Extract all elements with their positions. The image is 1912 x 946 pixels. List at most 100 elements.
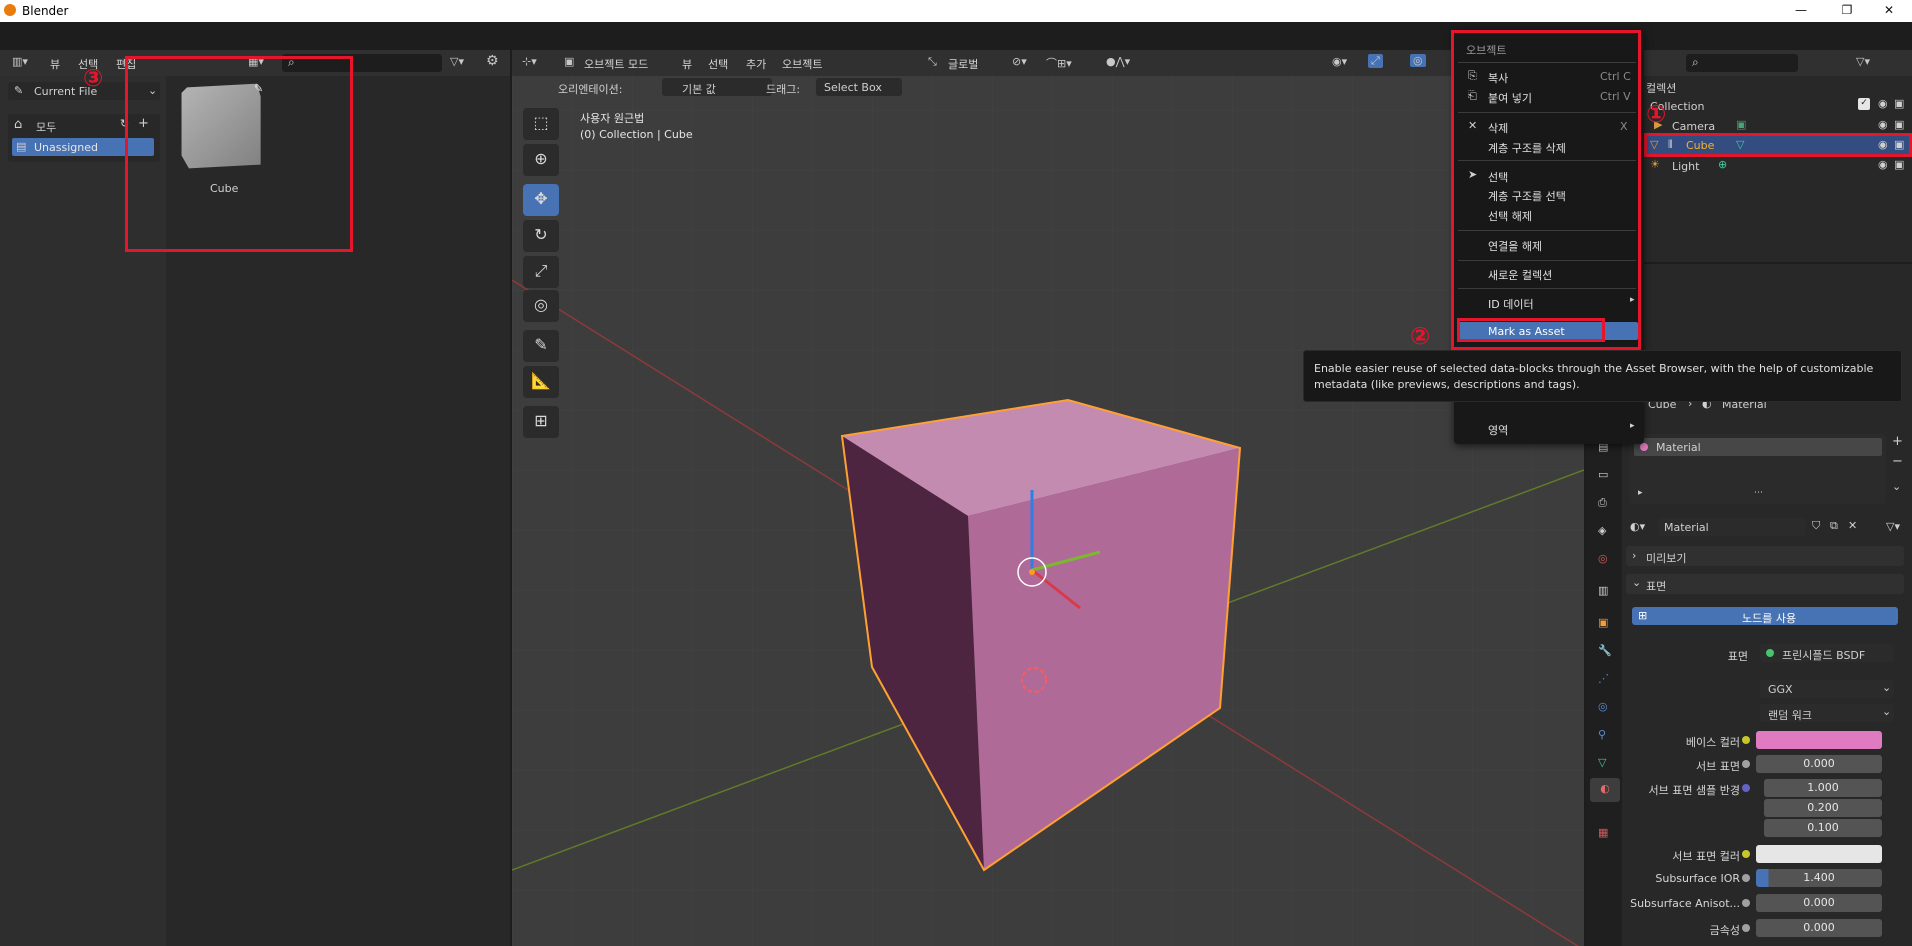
particles-tab-icon[interactable]: ⋰ [1598, 672, 1609, 685]
menu-view[interactable]: 뷰 [50, 56, 60, 72]
chevron-right-icon: › [1632, 549, 1637, 562]
library-icon: ✎ [14, 84, 24, 97]
minimize-button[interactable]: — [1778, 0, 1824, 22]
menu-item-area[interactable]: 영역 [1488, 422, 1508, 438]
duplicate-material-icon[interactable]: ⧉ [1830, 519, 1838, 533]
expand-icon[interactable]: ▸ [1638, 488, 1643, 498]
constraints-tab-icon[interactable]: ⚲ [1598, 728, 1606, 741]
editor-type-icon[interactable]: ⊹▾ [522, 55, 537, 68]
catalog-unassigned: Unassigned [34, 141, 98, 154]
surface-panel-header[interactable]: ⌄ 표면 [1626, 574, 1904, 594]
outliner-item-camera[interactable]: Camera [1672, 120, 1715, 133]
use-nodes-label: 노드를 사용 [1742, 612, 1797, 625]
preview-panel-header[interactable]: › 미리보기 [1626, 546, 1904, 566]
subsurface-method-value: 랜덤 워크 [1768, 709, 1812, 722]
menu-view[interactable]: 뷰 [682, 56, 692, 72]
gizmo-toggle-icon[interactable]: ⤢ [1368, 54, 1383, 68]
camera-data-icon: ▣ [1736, 118, 1747, 131]
subsurface-radius-socket-icon [1742, 784, 1750, 792]
add-cube-tool[interactable]: ⊞ [523, 406, 559, 438]
metallic-label: 금속성 [1709, 924, 1740, 937]
outliner-search-input[interactable]: ⌕ [1686, 54, 1798, 72]
gear-icon[interactable]: ⚙ [486, 53, 499, 69]
object-tab-icon[interactable]: ▣ [1598, 616, 1608, 629]
subsurface-ior-field[interactable]: 1.400 [1756, 869, 1882, 887]
subsurface-field[interactable]: 0.000 [1756, 755, 1882, 773]
material-slot-icon [1640, 443, 1648, 451]
scene-tab-icon[interactable]: ◎ [1598, 552, 1608, 565]
submenu-arrow-icon: ▸ [1630, 421, 1635, 431]
surface-shader-select[interactable]: 프린시플드 BSDF [1760, 644, 1894, 662]
subsurface-radius-z-field[interactable]: 0.100 [1764, 819, 1882, 837]
measure-tool[interactable]: 📐 [523, 366, 559, 398]
data-tab-icon[interactable]: ▽ [1598, 756, 1606, 769]
metallic-field[interactable]: 0.000 [1756, 919, 1882, 937]
subsurface-method-select[interactable]: 랜덤 워크 ⌄ [1760, 704, 1894, 722]
drag-select[interactable]: Select Box [816, 78, 902, 96]
subsurface-anisotropy-field[interactable]: 0.000 [1756, 894, 1882, 912]
scale-tool[interactable]: ⤢ [523, 256, 559, 288]
eye-icon[interactable]: ◉ [1878, 118, 1888, 131]
catalog-all[interactable]: 모두 [36, 119, 56, 135]
transform-orientation-select[interactable]: 글로벌 [948, 56, 978, 72]
camera-render-icon[interactable]: ▣ [1894, 158, 1904, 171]
menu-add[interactable]: 추가 [746, 56, 766, 72]
camera-render-icon[interactable]: ▣ [1894, 118, 1904, 131]
subsurface-color-swatch[interactable] [1756, 845, 1882, 863]
pivot-icon[interactable]: ⊘▾ [1012, 55, 1027, 68]
viewport-3d[interactable]: ⊹▾ ▣ 오브젝트 모드 뷰 선택 추가 오브젝트 ⤡ 글로벌 ⊘▾ ⌒⊞▾ ●… [512, 50, 1584, 946]
material-slot-row[interactable]: Material [1634, 438, 1882, 456]
fake-user-icon[interactable]: ⛉ [1812, 519, 1820, 533]
close-button[interactable]: ✕ [1866, 0, 1912, 22]
physics-tab-icon[interactable]: ◎ [1598, 700, 1608, 713]
add-slot-button[interactable]: + [1892, 434, 1903, 449]
transform-tool[interactable]: ◎ [523, 290, 559, 322]
material-tab-icon[interactable]: ◐ [1590, 778, 1620, 802]
rotate-tool[interactable]: ↻ [523, 220, 559, 252]
eye-icon[interactable]: ◉ [1878, 158, 1888, 171]
subsurface-radius-x-field[interactable]: 1.000 [1764, 779, 1882, 797]
modifier-tab-icon[interactable]: 🔧 [1598, 644, 1612, 657]
distribution-select[interactable]: GGX ⌄ [1760, 680, 1894, 698]
menu-select[interactable]: 선택 [708, 56, 728, 72]
remove-slot-button[interactable]: − [1892, 454, 1903, 469]
unlink-material-icon[interactable]: ✕ [1848, 519, 1857, 532]
menu-object[interactable]: 오브젝트 [782, 56, 822, 72]
filter-icon[interactable]: ▽▾ [1886, 520, 1900, 533]
editor-type-icon[interactable]: ▥▾ [12, 55, 28, 68]
camera-render-icon[interactable]: ▣ [1894, 97, 1904, 110]
orientation-select[interactable]: 기본 값 [662, 78, 772, 96]
collection-checkbox[interactable]: ✓ [1858, 98, 1870, 110]
surface-shader-name: 프린시플드 BSDF [1782, 649, 1866, 662]
annotate-tool[interactable]: ✎ [523, 330, 559, 362]
overlay-toggle-icon[interactable]: ◎ [1410, 54, 1426, 67]
visibility-icon[interactable]: ◉▾ [1332, 55, 1347, 68]
cursor-tool[interactable]: ⊕ [523, 144, 559, 176]
restore-button[interactable]: ❐ [1824, 0, 1870, 22]
filter-icon[interactable]: ▽▾ [450, 55, 464, 68]
drag-label: 드래그: [766, 83, 801, 96]
view-layer-tab-icon[interactable]: ◈ [1598, 524, 1606, 537]
output-tab-icon[interactable]: ⎙ [1598, 496, 1607, 510]
render-tab-icon[interactable]: ▭ [1598, 468, 1608, 481]
outliner-item-light[interactable]: Light [1672, 160, 1699, 173]
browse-material-icon[interactable]: ◐▾ [1630, 520, 1645, 533]
snap-icon[interactable]: ⌒⊞▾ [1046, 55, 1072, 71]
base-color-swatch[interactable] [1756, 731, 1882, 749]
move-tool[interactable]: ✥ [523, 184, 559, 216]
material-name-field[interactable]: Material [1658, 518, 1806, 536]
subsurface-radius-y-field[interactable]: 0.200 [1764, 799, 1882, 817]
mode-select[interactable]: 오브젝트 모드 [584, 56, 648, 72]
scene-collection-label[interactable]: 컬렉션 [1646, 80, 1676, 96]
proportional-edit-icon[interactable]: ●⋀▾ [1106, 55, 1130, 68]
drag-value: Select Box [824, 81, 882, 94]
eye-icon[interactable]: ◉ [1878, 97, 1888, 110]
world-tab-icon[interactable]: ▥ [1598, 584, 1608, 597]
slot-menu-icon[interactable]: ⌄ [1892, 480, 1901, 493]
resize-grip-icon[interactable]: ⋯ [1754, 488, 1763, 498]
select-box-tool[interactable]: ⬚ [523, 108, 559, 140]
filter-icon[interactable]: ▽▾ [1856, 55, 1870, 68]
use-nodes-button[interactable]: ⊞ 노드를 사용 [1632, 607, 1898, 625]
transform-orientation-icon: ⤡ [928, 55, 937, 68]
texture-tab-icon[interactable]: ▦ [1598, 826, 1608, 839]
